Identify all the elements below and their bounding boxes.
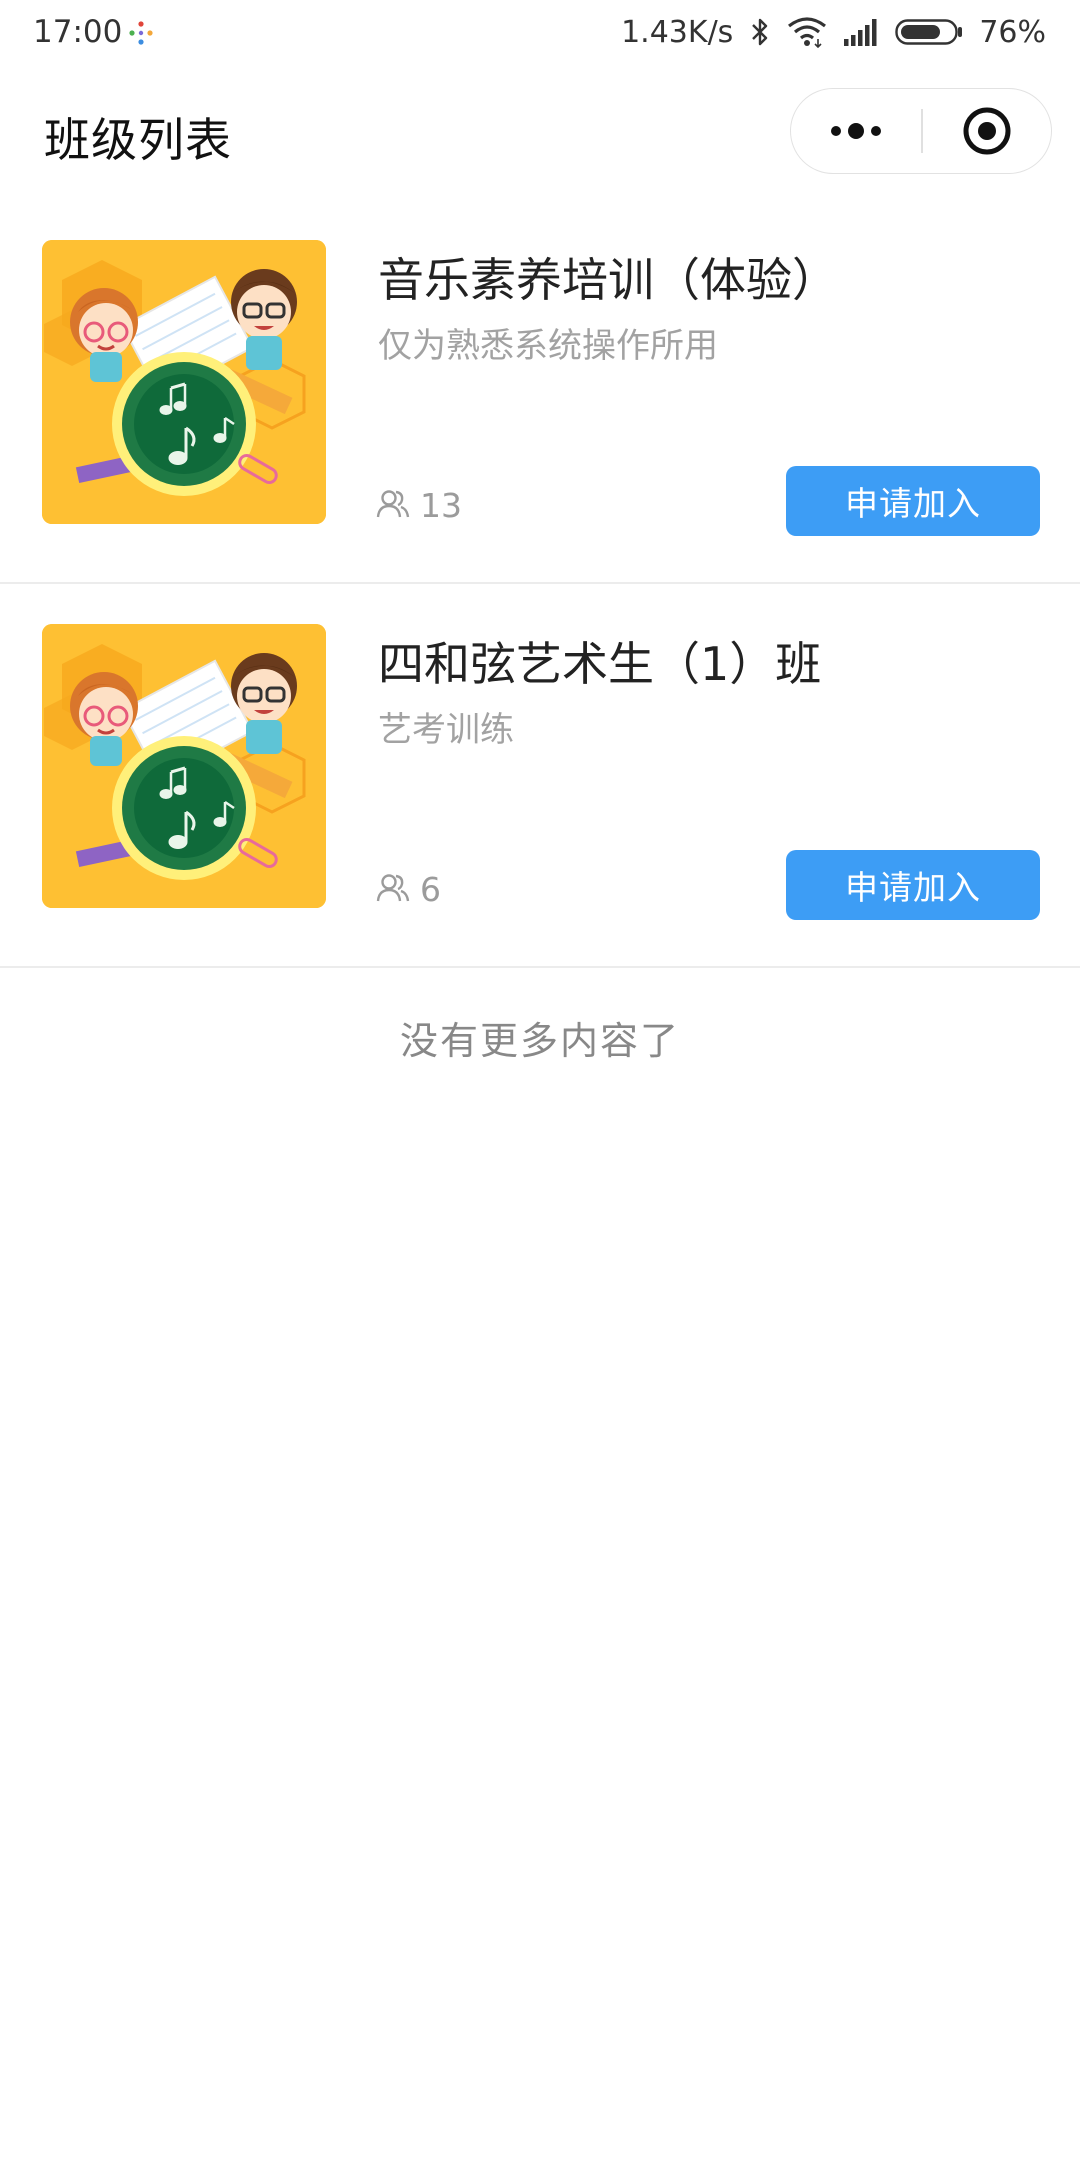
more-dots-icon bbox=[831, 123, 881, 139]
status-bar: 17:00 1.43K/s 76% bbox=[0, 0, 1080, 66]
page-title: 班级列表 bbox=[44, 113, 232, 167]
no-more-content-text: 没有更多内容了 bbox=[399, 1019, 680, 1063]
member-info: 6 bbox=[376, 866, 441, 909]
class-description: 艺考训练 bbox=[378, 710, 514, 750]
member-info: 13 bbox=[376, 482, 462, 525]
status-indicators: 1.43K/s 76% bbox=[621, 12, 1046, 52]
join-button[interactable]: 申请加入 bbox=[786, 850, 1040, 920]
more-button[interactable] bbox=[791, 89, 921, 173]
signal-icon bbox=[844, 19, 877, 46]
battery-percent: 76% bbox=[979, 14, 1046, 50]
class-cover-illustration bbox=[42, 624, 326, 908]
network-speed: 1.43K/s bbox=[621, 14, 734, 50]
status-time: 17:00 bbox=[33, 14, 123, 50]
bluetooth-icon bbox=[752, 18, 768, 46]
class-cover-image bbox=[42, 624, 326, 908]
members-icon bbox=[376, 489, 410, 517]
wifi-icon bbox=[788, 17, 827, 48]
app-dots-icon bbox=[129, 21, 153, 45]
class-name: 四和弦艺术生（1）班 bbox=[378, 637, 822, 691]
class-name: 音乐素养培训（体验） bbox=[378, 253, 838, 307]
close-button[interactable] bbox=[923, 89, 1051, 173]
miniprogram-capsule bbox=[790, 88, 1052, 174]
member-count: 6 bbox=[420, 870, 441, 909]
target-close-icon bbox=[963, 107, 1011, 155]
class-cover-image bbox=[42, 240, 326, 524]
class-description: 仅为熟悉系统操作所用 bbox=[378, 326, 718, 366]
class-list: 音乐素养培训（体验） 仅为熟悉系统操作所用 13 申请加入 四和弦艺术生（1）班… bbox=[0, 200, 1080, 968]
class-list-item[interactable]: 四和弦艺术生（1）班 艺考训练 6 申请加入 bbox=[0, 584, 1080, 968]
members-icon bbox=[376, 873, 410, 901]
battery-icon bbox=[895, 19, 963, 45]
class-cover-illustration bbox=[42, 240, 326, 524]
join-button[interactable]: 申请加入 bbox=[786, 466, 1040, 536]
class-list-item[interactable]: 音乐素养培训（体验） 仅为熟悉系统操作所用 13 申请加入 bbox=[0, 200, 1080, 584]
nav-bar: 班级列表 bbox=[0, 66, 1080, 200]
member-count: 13 bbox=[420, 486, 462, 525]
